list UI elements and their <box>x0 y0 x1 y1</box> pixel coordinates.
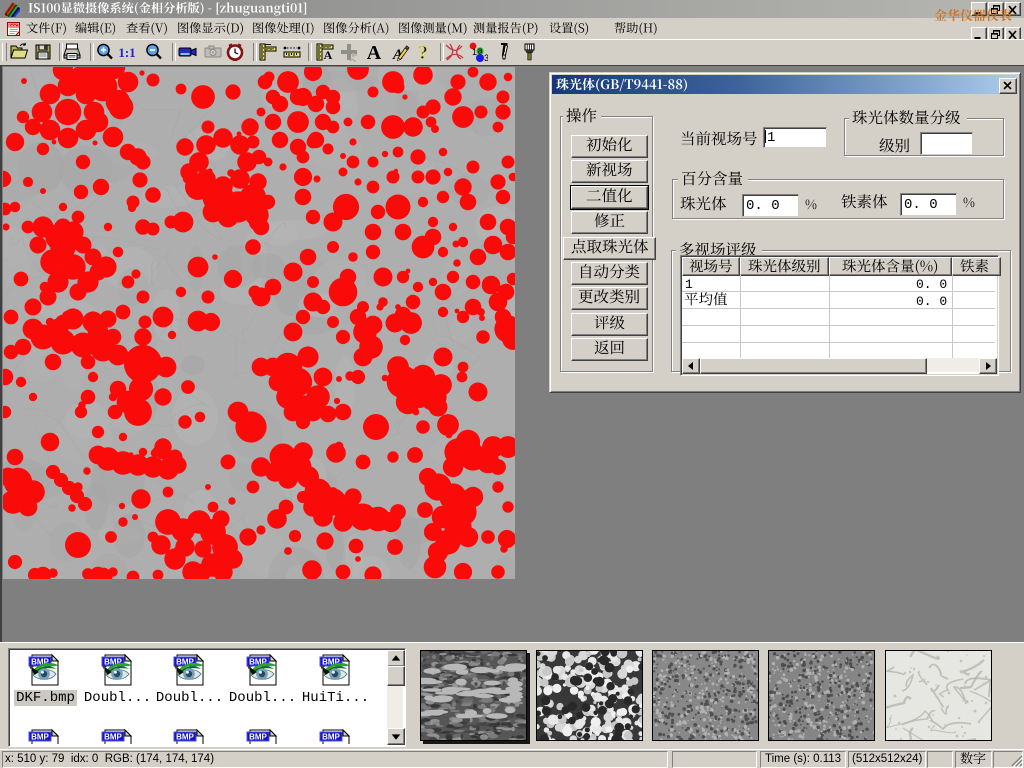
svg-text:BMP: BMP <box>176 733 194 742</box>
svg-text:BMP: BMP <box>31 733 49 742</box>
svg-text:1: 1 <box>472 47 477 57</box>
svg-text:1:1: 1:1 <box>118 45 135 60</box>
svg-text:3: 3 <box>484 53 488 62</box>
svg-text:a: a <box>478 46 483 56</box>
svg-text:BMP: BMP <box>249 733 267 742</box>
svg-text:?: ? <box>418 42 428 62</box>
svg-text:DOC: DOC <box>9 23 18 28</box>
svg-text:BMP: BMP <box>104 733 122 742</box>
svg-text:A: A <box>367 42 382 62</box>
svg-text:A: A <box>324 48 333 62</box>
svg-text:BMP: BMP <box>322 733 340 742</box>
